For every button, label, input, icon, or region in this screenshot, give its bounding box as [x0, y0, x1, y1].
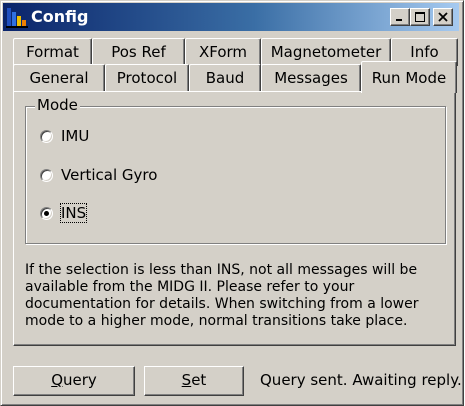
radio-imu[interactable]	[40, 130, 53, 143]
tab-run-mode[interactable]: Run Mode	[361, 61, 457, 93]
query-accel: Q	[51, 371, 64, 389]
tab-messages[interactable]: Messages	[261, 64, 361, 92]
set-accel: S	[181, 371, 192, 389]
radio-selected-dot	[44, 211, 49, 216]
set-button[interactable]: Set	[144, 366, 244, 396]
tab-general[interactable]: General	[13, 64, 105, 92]
query-label-rest: uery	[63, 371, 97, 389]
radio-vertical-gyro[interactable]	[40, 169, 53, 182]
radio-imu-label[interactable]: IMU	[61, 127, 89, 145]
tab-protocol[interactable]: Protocol	[105, 64, 189, 92]
radio-ins[interactable]	[40, 207, 53, 220]
info-description: If the selection is less than INS, not a…	[25, 262, 419, 329]
tab-xform[interactable]: XForm	[185, 38, 261, 66]
tab-baud[interactable]: Baud	[189, 64, 261, 92]
title-bar[interactable]: Config	[3, 3, 459, 31]
maximize-button[interactable]	[410, 8, 430, 26]
mode-group-label: Mode	[35, 96, 80, 114]
window-title: Config	[31, 7, 89, 26]
radio-vertical-gyro-label[interactable]: Vertical Gyro	[61, 166, 157, 184]
radio-ins-label[interactable]: INS	[59, 203, 88, 223]
tab-row-front: General Protocol Baud Messages Run Mode	[13, 61, 458, 93]
app-icon	[6, 8, 28, 28]
minimize-icon	[396, 19, 402, 21]
maximize-icon	[415, 12, 425, 22]
close-icon	[438, 12, 448, 22]
close-button[interactable]	[433, 8, 453, 26]
status-message: Query sent. Awaiting reply.	[260, 371, 462, 389]
set-label-rest: et	[191, 371, 207, 389]
tab-format[interactable]: Format	[13, 38, 92, 66]
minimize-button[interactable]	[390, 8, 410, 26]
query-button[interactable]: Query	[13, 366, 135, 396]
tab-pos-ref[interactable]: Pos Ref	[92, 38, 185, 66]
